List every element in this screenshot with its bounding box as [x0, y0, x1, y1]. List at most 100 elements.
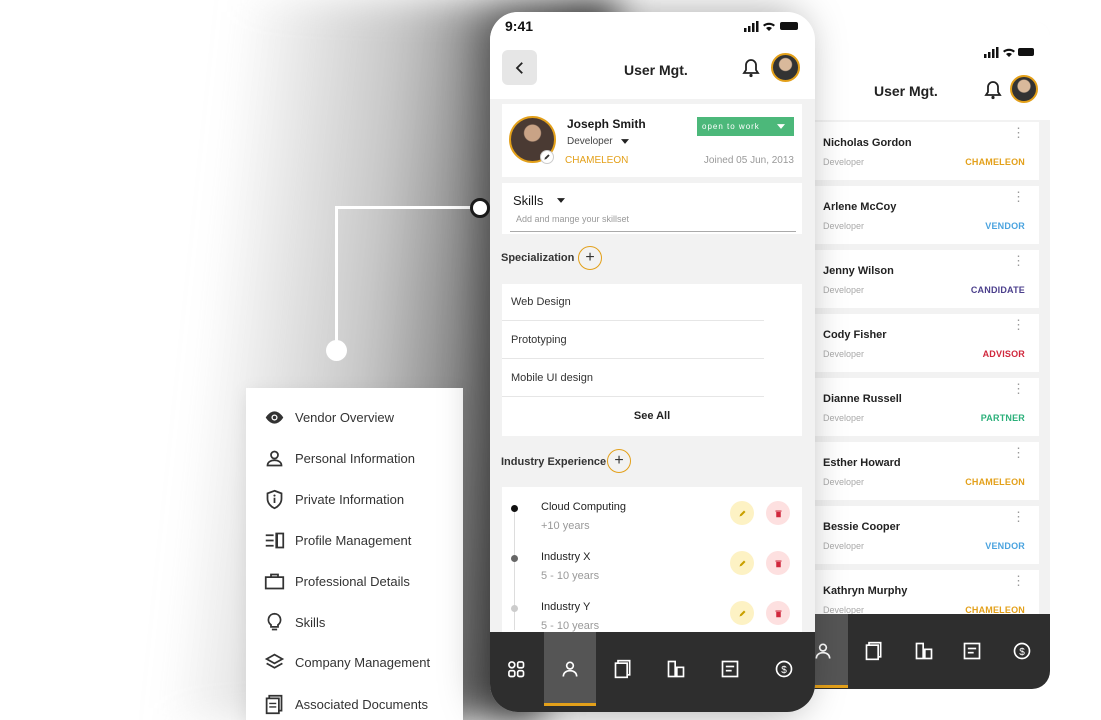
tab-buildings[interactable]: [898, 614, 950, 688]
more-options-icon[interactable]: ⋮: [1012, 510, 1025, 523]
more-options-icon[interactable]: ⋮: [1012, 254, 1025, 267]
more-options-icon[interactable]: ⋮: [1012, 190, 1025, 203]
person-icon: [266, 450, 283, 466]
user-type-badge: PARTNER: [980, 413, 1025, 423]
user-list-item[interactable]: Arlene McCoy Developer VENDOR ⋮: [814, 186, 1039, 244]
add-specialization-button[interactable]: +: [578, 246, 602, 270]
user-type-badge: CANDIDATE: [970, 285, 1025, 295]
experience-years: 5 - 10 years: [541, 620, 600, 632]
delete-button[interactable]: [766, 551, 790, 575]
eye-icon: [265, 410, 284, 424]
buildings-icon: [667, 660, 685, 678]
user-list-item[interactable]: Jenny Wilson Developer CANDIDATE ⋮: [814, 250, 1039, 308]
user-list-item[interactable]: Cody Fisher Developer ADVISOR ⋮: [814, 314, 1039, 372]
tab-notes[interactable]: [946, 614, 998, 688]
user-role: Developer: [823, 285, 865, 295]
user-name: Cody Fisher: [823, 329, 887, 341]
user-list-item[interactable]: Bessie Cooper Developer VENDOR ⋮: [814, 506, 1039, 564]
back-button[interactable]: [502, 50, 537, 85]
user-name: Jenny Wilson: [823, 265, 894, 277]
timeline-dot: [511, 555, 518, 562]
timeline-dot: [511, 505, 518, 512]
user-name: Arlene McCoy: [823, 201, 897, 213]
user-list-item[interactable]: Esther Howard Developer CHAMELEON ⋮: [814, 442, 1039, 500]
caret-down-icon: [777, 124, 785, 129]
edit-photo-button[interactable]: [540, 150, 554, 164]
skills-dropdown[interactable]: Skills: [513, 193, 566, 208]
tab-documents[interactable]: [597, 632, 649, 706]
menu-item-associated-documents[interactable]: Associated Documents: [264, 692, 428, 716]
connector-dot: [326, 340, 347, 361]
user-role: Developer: [823, 413, 865, 423]
user-name: Kathryn Murphy: [823, 585, 908, 597]
menu-item-label: Private Information: [295, 491, 405, 507]
list-item[interactable]: Prototyping: [511, 334, 567, 346]
buildings-icon: [915, 642, 933, 660]
user-name: Esther Howard: [823, 457, 901, 469]
delete-button[interactable]: [766, 501, 790, 525]
menu-item-company-management[interactable]: Company Management: [264, 650, 430, 674]
skills-card[interactable]: Skills Add and mange your skillset: [502, 183, 802, 234]
list-item[interactable]: Web Design: [511, 296, 571, 308]
edit-button[interactable]: [730, 501, 754, 525]
add-experience-button[interactable]: +: [607, 449, 631, 473]
bell-icon[interactable]: [984, 80, 1002, 100]
tab-notes[interactable]: [704, 632, 756, 706]
caret-down-icon: [620, 139, 629, 144]
user-name: Dianne Russell: [823, 393, 902, 405]
menu-item-professional-details[interactable]: Professional Details: [264, 569, 410, 593]
menu-item-private-information[interactable]: Private Information: [264, 487, 404, 511]
tab-buildings[interactable]: [650, 632, 702, 706]
user-list-item[interactable]: Nicholas Gordon Developer CHAMELEON ⋮: [814, 122, 1039, 180]
menu-item-vendor-overview[interactable]: Vendor Overview: [264, 405, 394, 429]
menu-item-skills[interactable]: Skills: [264, 610, 325, 634]
back-header: [788, 22, 1050, 120]
bell-icon[interactable]: [742, 58, 760, 78]
list-item[interactable]: Mobile UI design: [511, 372, 593, 384]
section-title: Specialization: [501, 252, 575, 264]
user-role: Developer: [823, 541, 865, 551]
notes-icon: [721, 660, 739, 678]
svg-text:$: $: [1019, 647, 1025, 658]
tab-dashboard[interactable]: [490, 632, 542, 706]
more-options-icon[interactable]: ⋮: [1012, 574, 1025, 587]
role-dropdown[interactable]: Developer: [567, 136, 629, 147]
experience-name: Industry Y: [541, 601, 591, 613]
avatar[interactable]: [1010, 75, 1038, 103]
pencil-icon: [739, 610, 745, 616]
open-to-work-dropdown[interactable]: open to work: [697, 117, 794, 136]
user-role: Developer: [823, 221, 865, 231]
more-options-icon[interactable]: ⋮: [1012, 382, 1025, 395]
divider: [510, 231, 796, 232]
see-all-link[interactable]: See All: [502, 410, 802, 422]
experience-list: Cloud Computing +10 years Industry X 5 -…: [502, 487, 802, 637]
plus-icon: +: [585, 249, 595, 266]
more-options-icon[interactable]: ⋮: [1012, 126, 1025, 139]
avatar[interactable]: [771, 53, 800, 82]
user-type-badge: CHAMELEON: [965, 477, 1025, 487]
status-bar-icons: [744, 21, 798, 32]
user-role: Developer: [823, 157, 865, 167]
delete-button[interactable]: [766, 601, 790, 625]
tab-finance[interactable]: $: [996, 614, 1048, 688]
page-title: User Mgt.: [874, 83, 938, 99]
user-list-item[interactable]: Dianne Russell Developer PARTNER ⋮: [814, 378, 1039, 436]
tab-finance[interactable]: $: [758, 632, 810, 706]
user-profile-screen: 9:41 User Mgt. Joseph Smith Developer CH…: [490, 12, 815, 712]
section-title: Industry Experience: [501, 456, 607, 468]
more-options-icon[interactable]: ⋮: [1012, 318, 1025, 331]
experience-years: +10 years: [541, 520, 590, 532]
menu-item-personal-information[interactable]: Personal Information: [264, 446, 415, 470]
status-time: 9:41: [505, 18, 534, 34]
profile-name: Joseph Smith: [567, 117, 646, 131]
divider: [502, 396, 764, 397]
edit-button[interactable]: [730, 551, 754, 575]
tab-users[interactable]: [544, 632, 596, 706]
edit-button[interactable]: [730, 601, 754, 625]
menu-item-profile-management[interactable]: Profile Management: [264, 528, 411, 552]
more-options-icon[interactable]: ⋮: [1012, 446, 1025, 459]
company-label: CHAMELEON: [565, 155, 629, 166]
menu-item-label: Vendor Overview: [295, 409, 394, 425]
briefcase-icon: [264, 573, 285, 589]
tab-documents[interactable]: [848, 614, 900, 688]
